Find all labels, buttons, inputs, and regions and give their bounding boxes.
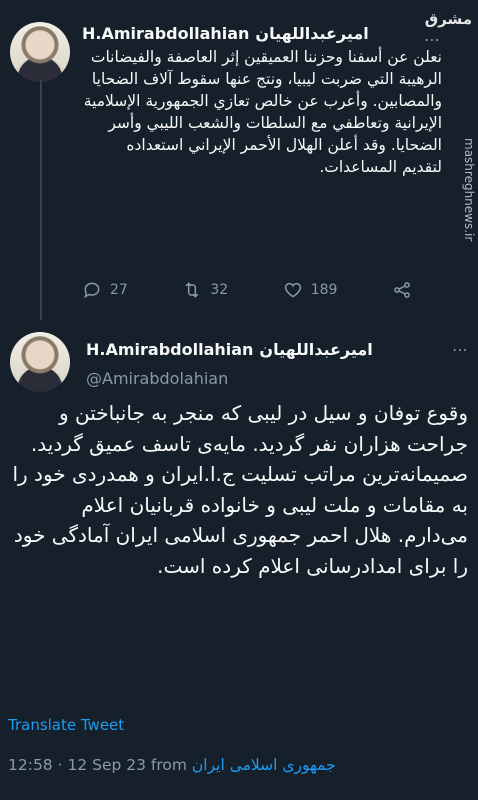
- author-name-en: H.Amirabdollahian: [86, 340, 254, 359]
- tweet-meta: 12:58 · 12 Sep 23 from جمهوری اسلامی ایر…: [8, 756, 336, 774]
- watermark-side-text: mashreghnews.ir: [450, 60, 476, 320]
- more-icon[interactable]: ⋯: [452, 340, 469, 359]
- reply-button[interactable]: 27: [82, 280, 128, 300]
- share-button[interactable]: [392, 280, 412, 300]
- retweet-icon: [185, 282, 199, 298]
- avatar[interactable]: [10, 332, 70, 392]
- retweet-button[interactable]: 32: [182, 280, 228, 300]
- watermark-logo: مشرق: [424, 10, 472, 28]
- thread-line: [40, 80, 42, 320]
- tweet2-text: وقوع توفان و سیل در لیبی که منجر به جانب…: [12, 401, 468, 578]
- author-name-fa: اميرعبداللهيان: [255, 24, 369, 43]
- like-count: 189: [310, 282, 338, 298]
- tweet1-actions: 27 32 189: [82, 280, 412, 300]
- heart-icon: [284, 282, 301, 298]
- tweet2-author[interactable]: H.Amirabdollahian اميرعبداللهيان: [86, 340, 373, 359]
- tweet1-text: نعلن عن أسفنا وحزننا العميقين إثر العاصف…: [83, 48, 442, 176]
- avatar[interactable]: [10, 22, 70, 82]
- author-name-fa: اميرعبداللهيان: [259, 340, 373, 359]
- share-icon: [394, 282, 410, 298]
- retweet-count: 32: [210, 282, 229, 298]
- tweet-timestamp[interactable]: 12:58 · 12 Sep 23 from: [8, 756, 187, 774]
- tweet1-author[interactable]: H.Amirabdollahian اميرعبداللهيان: [82, 24, 369, 43]
- watermark-url: mashreghnews.ir: [462, 138, 476, 242]
- reply-count: 27: [110, 282, 128, 298]
- translate-tweet-link[interactable]: Translate Tweet: [8, 716, 124, 734]
- tweet-source[interactable]: جمهوری اسلامی ایران: [192, 756, 336, 774]
- like-button[interactable]: 189: [283, 280, 338, 300]
- author-handle[interactable]: @Amirabdolahian: [86, 369, 228, 388]
- author-name-en: H.Amirabdollahian: [82, 24, 250, 43]
- reply-icon: [84, 282, 100, 299]
